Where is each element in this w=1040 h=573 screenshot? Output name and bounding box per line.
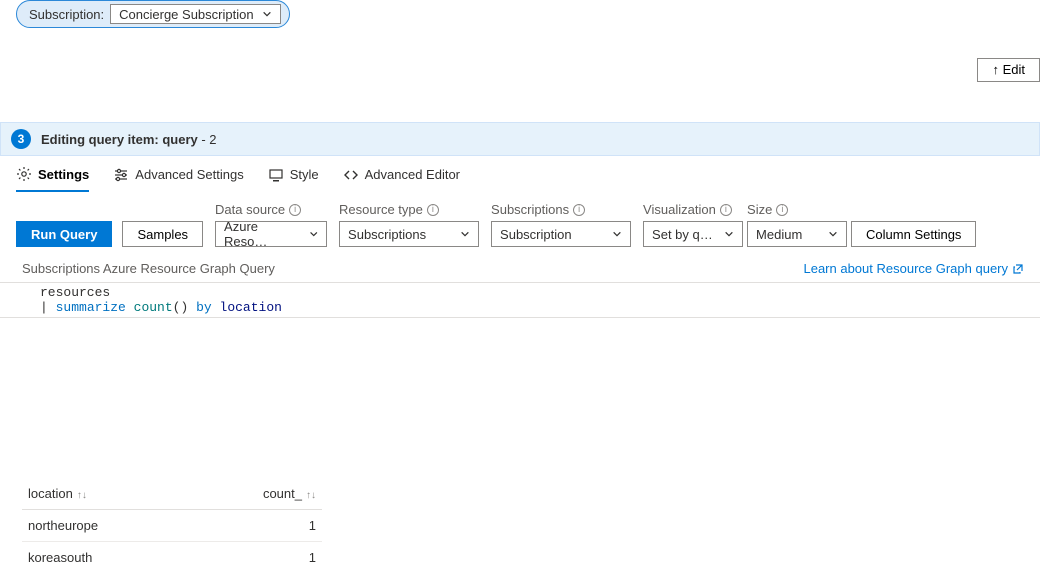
table-row[interactable]: northeurope 1 — [22, 510, 322, 542]
chevron-down-icon — [309, 229, 318, 239]
cell-count: 1 — [189, 510, 322, 542]
tab-settings-label: Settings — [38, 167, 89, 182]
sort-icon: ↑↓ — [306, 490, 316, 501]
column-settings-label: Column Settings — [866, 227, 961, 242]
chevron-down-icon — [828, 229, 838, 239]
gear-icon — [16, 166, 32, 182]
visualization-dropdown[interactable]: Set by q… — [643, 221, 743, 247]
subscriptions-dropdown[interactable]: Subscription — [491, 221, 631, 247]
data-source-dropdown[interactable]: Azure Reso… — [215, 221, 327, 247]
size-label: Size i — [747, 202, 839, 217]
code-line-1: resources — [10, 285, 1040, 300]
results-table: location↑↓ count_↑↓ northeurope 1 koreas… — [0, 478, 1040, 573]
learn-link[interactable]: Learn about Resource Graph query — [803, 261, 1024, 276]
size-dropdown[interactable]: Medium — [747, 221, 847, 247]
subscription-label: Subscription: — [29, 7, 104, 22]
subscription-filter[interactable]: Subscription: Concierge Subscription — [16, 0, 290, 28]
resource-type-label: Resource type i — [339, 202, 479, 217]
style-icon — [268, 167, 284, 183]
info-icon[interactable]: i — [720, 204, 732, 216]
data-source-label: Data source i — [215, 202, 327, 217]
cell-location: koreasouth — [22, 542, 189, 573]
tab-advanced-settings[interactable]: Advanced Settings — [113, 166, 243, 191]
external-link-icon — [1012, 263, 1024, 275]
col-header-location[interactable]: location↑↓ — [22, 478, 189, 510]
resource-type-dropdown[interactable]: Subscriptions — [339, 221, 479, 247]
code-icon — [343, 167, 359, 183]
step-number-badge: 3 — [11, 129, 31, 149]
tab-settings[interactable]: Settings — [16, 166, 89, 192]
info-icon[interactable]: i — [427, 204, 439, 216]
chevron-down-icon — [262, 9, 272, 19]
info-icon[interactable]: i — [776, 204, 788, 216]
chevron-down-icon — [724, 229, 734, 239]
chevron-down-icon — [460, 229, 470, 239]
info-icon[interactable]: i — [573, 204, 585, 216]
table-header-row: location↑↓ count_↑↓ — [22, 478, 322, 510]
cell-count: 1 — [189, 542, 322, 573]
edit-button[interactable]: ↑ Edit — [977, 58, 1040, 82]
code-line-2: | summarize count() by location — [10, 300, 1040, 315]
chevron-down-icon — [612, 229, 622, 239]
step-header: 3 Editing query item: query - 2 — [0, 122, 1040, 156]
tab-advanced-editor[interactable]: Advanced Editor — [343, 166, 460, 191]
run-query-label: Run Query — [31, 227, 97, 242]
sort-icon: ↑↓ — [77, 490, 87, 501]
samples-label: Samples — [137, 227, 188, 242]
step-title: Editing query item: query - 2 — [41, 132, 217, 147]
tab-advanced-editor-label: Advanced Editor — [365, 167, 460, 182]
column-settings-button[interactable]: Column Settings — [851, 221, 976, 247]
subscription-select[interactable]: Concierge Subscription — [110, 4, 280, 24]
samples-button[interactable]: Samples — [122, 221, 203, 247]
tab-style[interactable]: Style — [268, 166, 319, 191]
run-query-button[interactable]: Run Query — [16, 221, 112, 247]
visualization-label: Visualization i — [643, 202, 735, 217]
tab-advanced-settings-label: Advanced Settings — [135, 167, 243, 182]
subscriptions-label: Subscriptions i — [491, 202, 631, 217]
info-icon[interactable]: i — [289, 204, 301, 216]
query-editor[interactable]: resources | summarize count() by locatio… — [0, 282, 1040, 318]
cell-location: northeurope — [22, 510, 189, 542]
edit-button-label: ↑ Edit — [992, 62, 1025, 77]
query-tabs: Settings Advanced Settings Style Advance… — [0, 156, 1040, 191]
subscription-selected: Concierge Subscription — [119, 7, 253, 22]
table-row[interactable]: koreasouth 1 — [22, 542, 322, 573]
sliders-icon — [113, 167, 129, 183]
query-description: Subscriptions Azure Resource Graph Query — [22, 261, 275, 276]
tab-style-label: Style — [290, 167, 319, 182]
col-header-count[interactable]: count_↑↓ — [189, 478, 322, 510]
